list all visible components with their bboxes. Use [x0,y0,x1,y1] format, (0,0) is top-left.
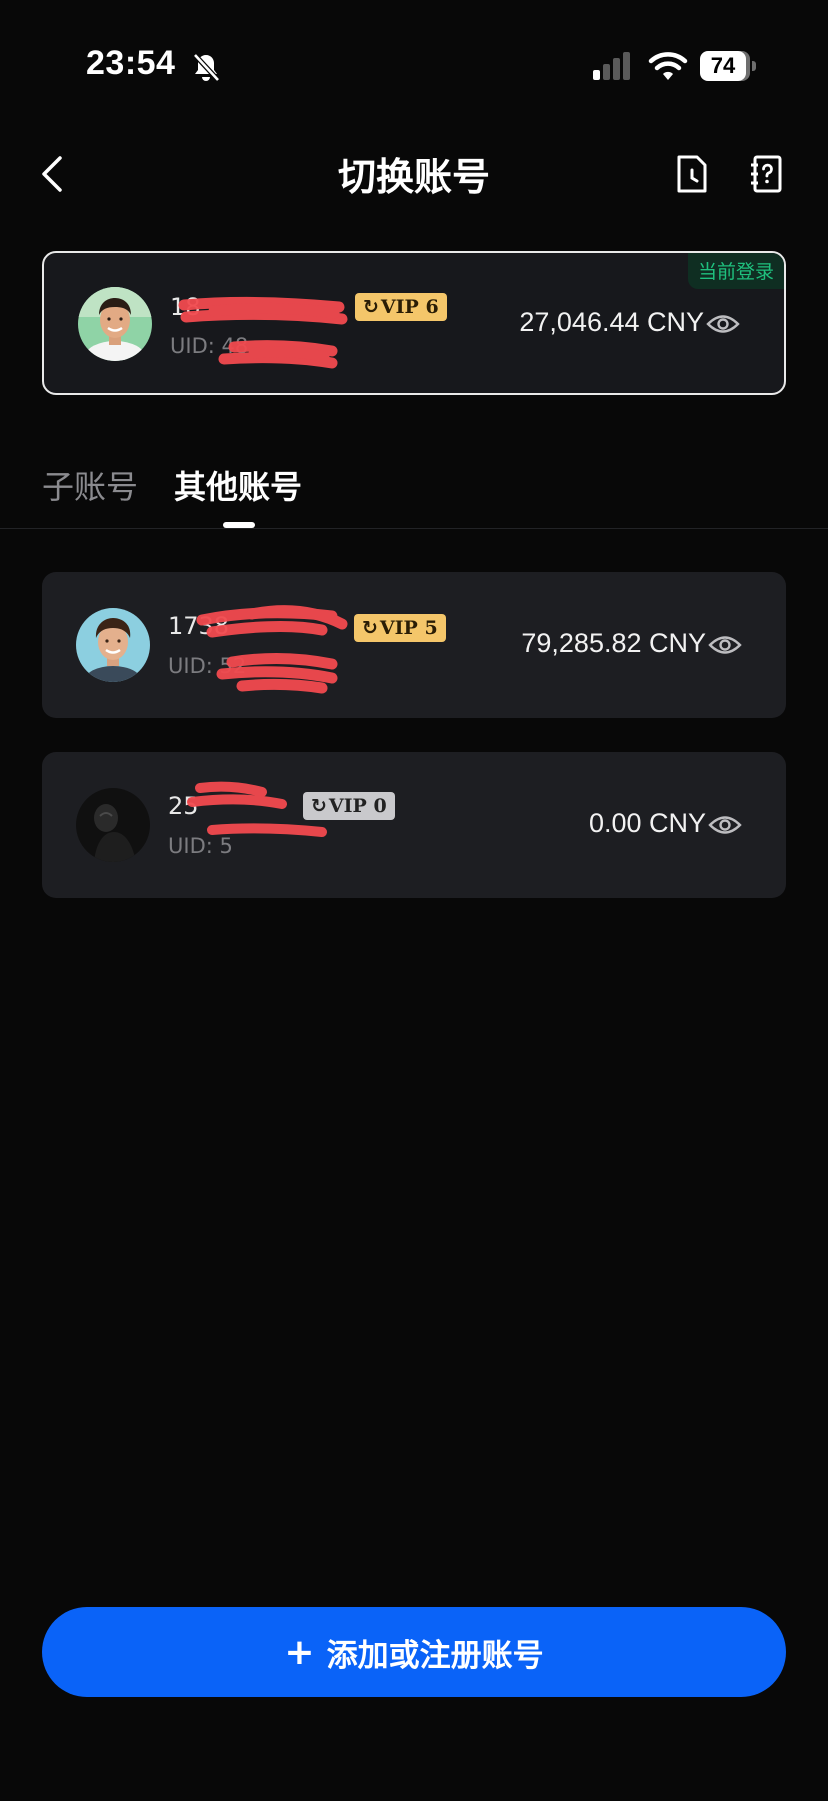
battery-level: 74 [700,51,746,81]
avatar [78,287,152,361]
account-card[interactable]: 25 UID: 5 ↻ VIP 0 0.00 CNY [42,752,786,898]
add-account-button[interactable]: + 添加或注册账号 [42,1607,786,1697]
account-name: 18 [170,293,201,321]
avatar [76,608,150,682]
divider [0,528,828,529]
vip-badge: ↻ VIP 6 [355,293,447,321]
status-time: 23:54 [86,44,176,82]
account-uid: UID: 48 [170,334,249,358]
eye-icon[interactable] [708,634,742,656]
eye-icon[interactable] [708,814,742,836]
vip-ring-icon: ↻ [363,296,379,318]
vip-badge: ↻ VIP 0 [303,792,395,820]
current-account-card[interactable]: 当前登录 18 UID: 48 ↻ VIP 6 27,046.44 CNY [42,251,786,395]
battery-indicator: 74 [700,51,756,81]
history-document-icon[interactable] [675,154,709,194]
vip-badge: ↻ VIP 5 [354,614,446,642]
cellular-signal-icon [593,52,630,80]
tab-other-accounts[interactable]: 其他账号 [174,462,302,508]
add-account-label: 添加或注册账号 [326,1637,544,1674]
vip-ring-icon: ↻ [362,617,378,639]
eye-icon[interactable] [706,313,740,335]
current-login-tag: 当前登录 [687,253,784,289]
vip-ring-icon: ↻ [311,795,327,817]
redaction-scribble [178,296,348,369]
redaction-scribble [196,605,348,694]
account-balance: 0.00 CNY [588,808,706,838]
account-balance: 79,285.82 CNY [521,628,706,658]
wifi-icon [648,52,688,80]
account-uid: UID: 52 [168,654,247,678]
tab-sub-accounts[interactable]: 子账号 [42,462,138,508]
account-uid: UID: 5 [168,834,233,858]
account-name: 25 [168,792,199,820]
bell-muted-icon [192,52,220,82]
plus-icon: + [284,1631,315,1673]
help-book-icon[interactable] [750,154,784,194]
avatar [76,788,150,862]
account-name: 1738 [168,612,230,640]
account-balance: 27,046.44 CNY [519,307,704,337]
account-card[interactable]: 1738 UID: 52 ↻ VIP 5 79,285.82 CNY [42,572,786,718]
